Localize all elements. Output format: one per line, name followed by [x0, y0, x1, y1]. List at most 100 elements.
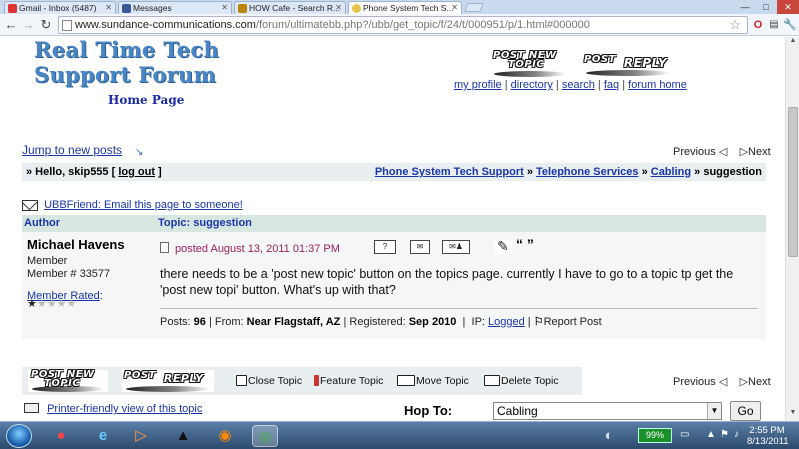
howcafe-icon	[238, 4, 247, 13]
page-menu-icon[interactable]: ▤	[766, 17, 782, 33]
post-reply-button[interactable]: POST REPLY	[582, 54, 674, 76]
close-icon[interactable]: ✕	[221, 2, 228, 14]
lock-icon	[236, 375, 247, 386]
maximize-button[interactable]: □	[756, 0, 776, 14]
faq-link[interactable]: faq	[604, 79, 619, 91]
hat-icon[interactable]: ▲	[170, 425, 196, 447]
battery-icon[interactable]: ▭	[680, 429, 689, 440]
post-reply-button-bottom[interactable]: POST REPLY	[122, 370, 214, 392]
logout-link[interactable]: log out	[118, 166, 155, 178]
my-profile-link[interactable]: my profile	[454, 79, 502, 91]
post-body: there needs to be a 'post new topic' but…	[160, 267, 734, 297]
breadcrumb-subforum[interactable]: Cabling	[651, 166, 691, 178]
wrench-icon[interactable]: 🔧	[782, 17, 798, 33]
chevron-down-icon[interactable]: ▼	[707, 403, 721, 419]
scrollbar-thumb[interactable]	[788, 107, 798, 257]
close-icon[interactable]: ✕	[335, 2, 342, 14]
app-icon[interactable]: ●	[48, 425, 74, 447]
facebook-icon	[122, 4, 131, 13]
minimize-button[interactable]: —	[735, 0, 755, 14]
previous-icon: ◁	[718, 146, 728, 158]
home-page-link[interactable]: Home Page	[108, 93, 184, 107]
topic-table-header: Author Topic: suggestion	[22, 215, 766, 232]
back-arrow-icon[interactable]: ←	[3, 17, 19, 33]
topic-actions-bar: POST NEW TOPIC POST REPLY Close Topic Fe…	[22, 367, 582, 395]
next-icon: ▷	[739, 146, 749, 158]
go-button[interactable]: Go	[730, 401, 761, 421]
search-link[interactable]: search	[562, 79, 595, 91]
previous-link[interactable]: Previous ◁	[673, 146, 727, 158]
battery-indicator[interactable]: 99%	[638, 428, 672, 443]
envelope-icon[interactable]	[22, 199, 38, 211]
tray-arrow-icon[interactable]: ▲	[706, 429, 716, 440]
forum-home-link[interactable]: forum home	[628, 79, 687, 91]
tab-gmail[interactable]: Gmail - Inbox (5487) ✕	[4, 1, 116, 14]
feature-topic-button[interactable]: Feature Topic	[314, 375, 383, 387]
printer-friendly-link[interactable]: Printer-friendly view of this topic	[47, 403, 202, 415]
profile-icon[interactable]: ?	[374, 240, 396, 254]
windows-taskbar: ● e ▷ ▲ ◉ ◎ ◐ 99% ▭ ▲ ⚑ ♪ 2:55 PM 8/13/2…	[0, 421, 799, 449]
post-meta: Posts: 96 | From: Near Flagstaff, AZ | R…	[160, 316, 602, 328]
report-post-link[interactable]: ⚐Report Post	[534, 316, 602, 328]
forward-arrow-icon[interactable]: →	[20, 17, 36, 33]
private-message-icon[interactable]: ✉♟	[442, 240, 470, 254]
forum-logo[interactable]: Real Time Tech Support Forum	[34, 37, 219, 87]
browser-toolbar: ← → ↻ www.sundance-communications.com/fo…	[0, 14, 799, 36]
volume-icon[interactable]: ♪	[734, 429, 739, 440]
tab-how-cafe[interactable]: HOW Cafe - Search R... ✕	[234, 1, 346, 14]
hop-to-label: Hop To:	[404, 403, 453, 418]
ip-logged-link[interactable]: Logged	[488, 316, 525, 328]
reload-icon[interactable]: ↻	[38, 17, 54, 33]
flag-icon[interactable]: ⚑	[720, 429, 729, 440]
firefox-icon[interactable]: ◉	[212, 425, 238, 447]
move-topic-button[interactable]: Move Topic	[397, 375, 469, 387]
ubbfriend-link[interactable]: UBBFriend: Email this page to someone!	[44, 199, 243, 211]
printer-icon[interactable]	[24, 403, 39, 413]
delete-topic-button[interactable]: Delete Topic	[484, 375, 559, 387]
feature-icon	[314, 375, 319, 386]
internet-explorer-icon[interactable]: e	[90, 425, 116, 447]
system-clock[interactable]: 2:55 PM 8/13/2011	[747, 425, 789, 447]
tab-phone-system[interactable]: Phone System Tech S... ✕	[348, 1, 462, 14]
close-topic-button[interactable]: Close Topic	[236, 375, 302, 387]
address-bar[interactable]: www.sundance-communications.com/forum/ul…	[58, 16, 748, 34]
page-icon	[62, 20, 72, 31]
extension-icon[interactable]: O	[750, 17, 766, 33]
new-tab-button[interactable]	[464, 3, 484, 12]
chrome-icon[interactable]: ◎	[252, 425, 278, 447]
directory-link[interactable]: directory	[511, 79, 553, 91]
close-icon[interactable]: ✕	[105, 2, 112, 14]
tab-label: Phone System Tech S...	[363, 3, 454, 13]
star-icon: ★	[56, 298, 67, 310]
quote-icon[interactable]: “ ”	[516, 236, 534, 252]
email-icon[interactable]: ✉	[410, 240, 430, 254]
down-arrow-icon[interactable]: ↘	[135, 147, 143, 158]
hello-text: » Hello, skip555 [ log out ]	[26, 166, 162, 178]
previous-link[interactable]: Previous ◁	[673, 376, 727, 388]
user-bar: » Hello, skip555 [ log out ] Phone Syste…	[22, 163, 766, 181]
member-rating-stars[interactable]: ★★★★★	[27, 297, 76, 310]
breadcrumb-current: suggestion	[703, 166, 762, 178]
scroll-down-icon[interactable]: ▼	[786, 409, 799, 421]
post-new-topic-button-bottom[interactable]: POST NEW TOPIC	[28, 370, 108, 392]
tab-label: Gmail - Inbox (5487)	[19, 3, 97, 13]
scroll-up-icon[interactable]: ▲	[786, 37, 799, 49]
edit-icon[interactable]: ✎	[494, 239, 512, 254]
post-icon	[160, 242, 169, 253]
start-button[interactable]	[6, 424, 32, 448]
close-window-button[interactable]: ✕	[777, 0, 799, 14]
breadcrumb-forum[interactable]: Phone System Tech Support	[375, 166, 524, 178]
media-player-icon[interactable]: ▷	[128, 425, 154, 447]
tab-messages[interactable]: Messages ✕	[118, 1, 232, 14]
vertical-scrollbar[interactable]: ▲ ▼	[785, 37, 799, 421]
bookmark-star-icon[interactable]: ☆	[729, 17, 741, 33]
next-link[interactable]: ▷Next	[740, 146, 771, 158]
breadcrumb-category[interactable]: Telephone Services	[536, 166, 639, 178]
jump-to-new-posts-link[interactable]: Jump to new posts	[22, 143, 122, 157]
post-new-topic-button[interactable]: POST NEW TOPIC	[490, 51, 570, 77]
star-icon: ★	[66, 298, 77, 310]
hop-to-select[interactable]: Cabling ▼	[493, 402, 722, 420]
next-link[interactable]: ▷Next	[740, 376, 771, 388]
network-app-icon[interactable]: ◐	[596, 425, 622, 447]
close-icon[interactable]: ✕	[451, 2, 458, 14]
